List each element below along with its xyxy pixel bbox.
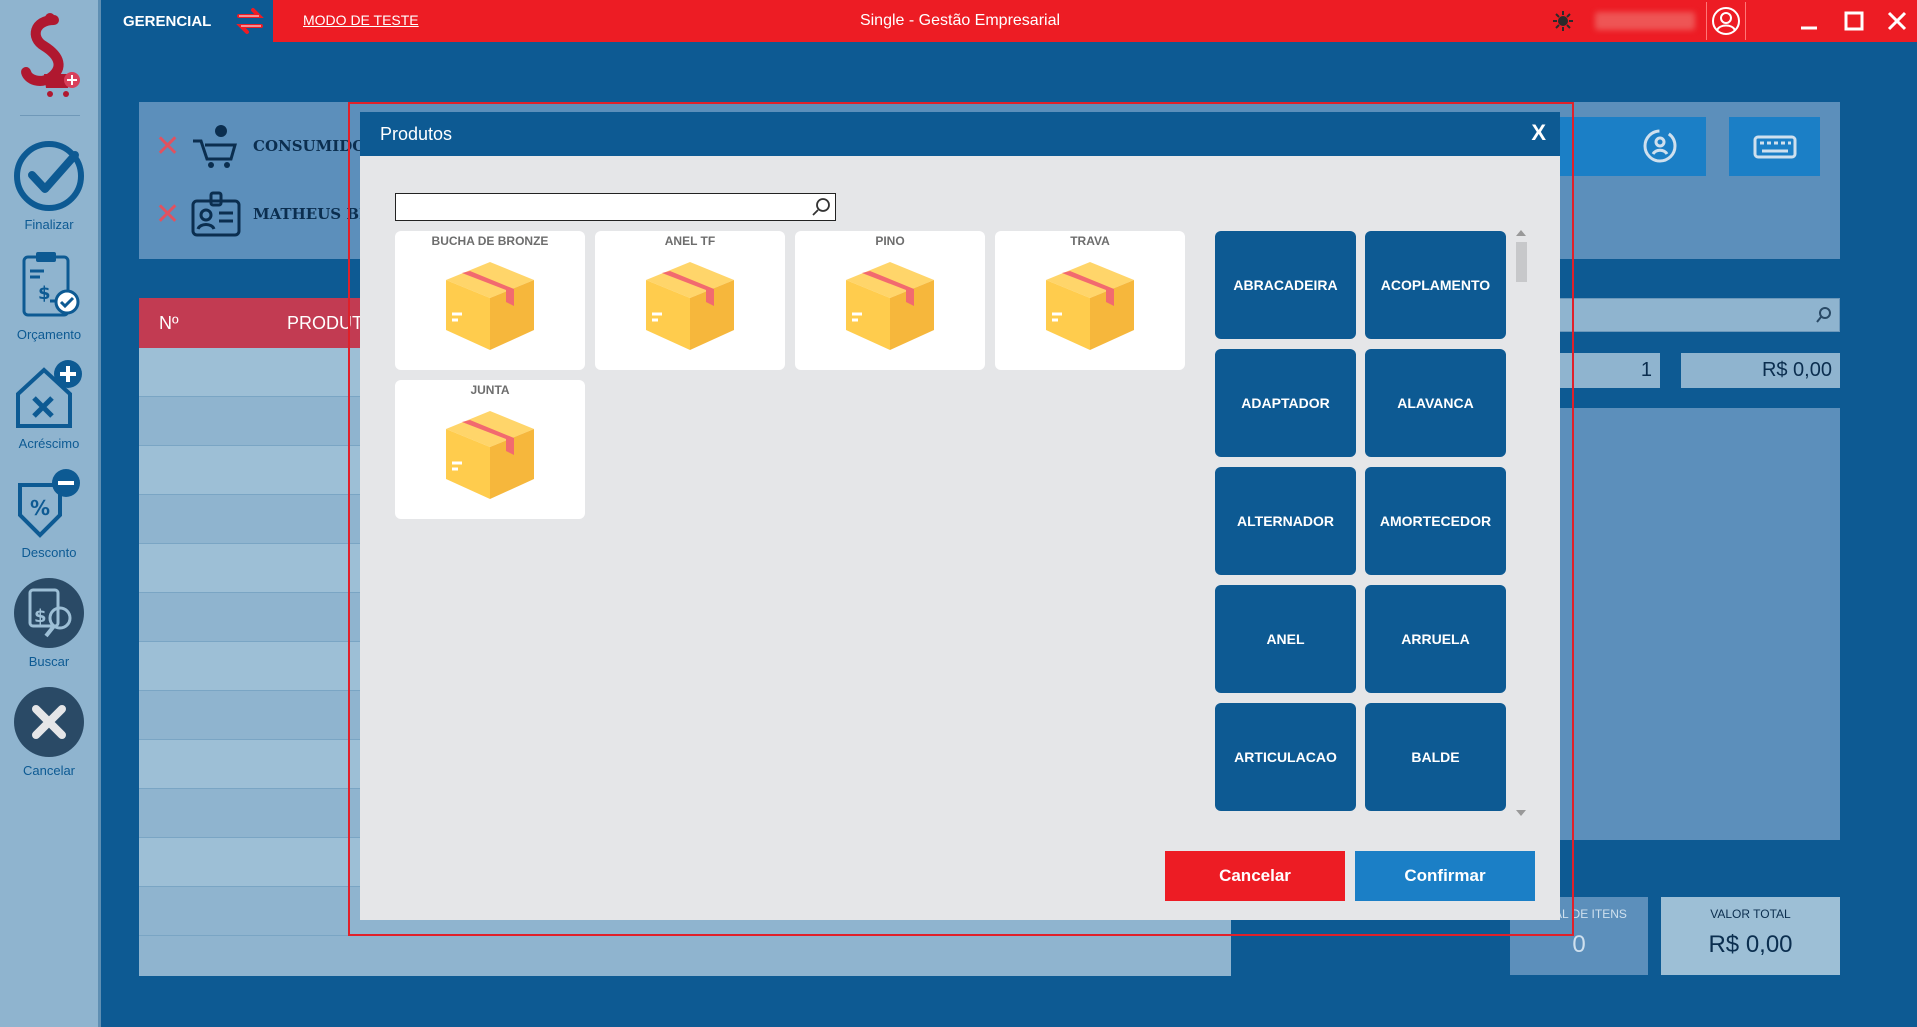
- remove-customer-icon[interactable]: ✕: [155, 129, 183, 164]
- products-modal: Produtos X BUCHA DE BRONZE ANEL TF PINO: [360, 112, 1560, 920]
- modal-header: Produtos X: [360, 112, 1560, 156]
- product-preview-area: [1557, 408, 1840, 840]
- product-name: JUNTA: [470, 383, 510, 397]
- product-card[interactable]: BUCHA DE BRONZE: [395, 231, 585, 370]
- total-value-label: VALOR TOTAL: [1710, 907, 1791, 921]
- search-icon[interactable]: [811, 197, 831, 217]
- close-window-icon[interactable]: [1884, 8, 1910, 34]
- total-value: R$ 0,00: [1708, 931, 1793, 958]
- seller-row: ✕ MATHEUS BR: [155, 191, 371, 237]
- box-icon: [446, 411, 534, 499]
- customer-row: ✕ CONSUMIDOR: [155, 125, 378, 168]
- sidebar-divider: [20, 115, 80, 116]
- sidebar-item-label: Acréscimo: [18, 436, 80, 451]
- clipboard-money-icon: $: [22, 252, 80, 317]
- svg-text:%: %: [30, 496, 50, 520]
- category-button[interactable]: ARTICULACAO: [1215, 703, 1356, 811]
- box-icon: [446, 262, 534, 350]
- cancel-button[interactable]: Cancelar: [1165, 851, 1345, 901]
- scroll-down-icon[interactable]: [1515, 808, 1527, 818]
- sidebar: Finalizar $ Orçamento Acréscimo % Descon…: [0, 0, 101, 1027]
- category-button[interactable]: BALDE: [1365, 703, 1506, 811]
- category-button[interactable]: AMORTECEDOR: [1365, 467, 1506, 575]
- product-card[interactable]: PINO: [795, 231, 985, 370]
- category-button[interactable]: ARRUELA: [1365, 585, 1506, 693]
- product-card[interactable]: TRAVA: [995, 231, 1185, 370]
- product-name: ANEL TF: [664, 234, 716, 248]
- sidebar-item-label: Finalizar: [24, 217, 74, 232]
- remove-seller-icon[interactable]: ✕: [155, 197, 183, 232]
- house-plus-icon: [16, 360, 82, 428]
- column-header-number: Nº: [159, 313, 179, 333]
- sidebar-item-label: Orçamento: [16, 327, 82, 342]
- product-name: PINO: [875, 234, 905, 248]
- product-name: TRAVA: [1070, 234, 1110, 248]
- category-button[interactable]: ALAVANCA: [1365, 349, 1506, 457]
- category-button[interactable]: ADAPTADOR: [1215, 349, 1356, 457]
- username-blurred: [1595, 12, 1695, 30]
- sidebar-item-label: Buscar: [28, 654, 70, 669]
- scroll-up-icon[interactable]: [1515, 228, 1527, 238]
- id-badge-icon: [191, 191, 241, 237]
- keyboard-button[interactable]: [1729, 117, 1820, 176]
- user-avatar-icon[interactable]: [1711, 6, 1741, 36]
- product-name: BUCHA DE BRONZE: [431, 234, 549, 248]
- check-circle-icon: [14, 141, 84, 211]
- maximize-icon[interactable]: [1841, 8, 1867, 34]
- sidebar-item-label: Cancelar: [22, 763, 76, 778]
- product-search-input[interactable]: [400, 195, 800, 219]
- sidebar-item-label: Desconto: [21, 545, 77, 560]
- box-icon: [1046, 262, 1134, 350]
- sync-user-button[interactable]: [1615, 117, 1706, 176]
- total-value-box: VALOR TOTAL R$ 0,00: [1661, 897, 1840, 975]
- buscar-button[interactable]: $ Buscar: [0, 574, 98, 669]
- app-logo: [21, 13, 80, 97]
- desconto-button[interactable]: % Desconto: [0, 465, 98, 560]
- category-button[interactable]: ABRACADEIRA: [1215, 231, 1356, 339]
- price-field[interactable]: R$ 0,00: [1681, 353, 1840, 388]
- category-button[interactable]: ALTERNADOR: [1215, 467, 1356, 575]
- keyboard-icon: [1753, 135, 1797, 159]
- modal-close-button[interactable]: X: [1531, 120, 1546, 146]
- product-card[interactable]: JUNTA: [395, 380, 585, 519]
- shopper-cart-icon: [193, 125, 237, 168]
- theme-toggle-icon[interactable]: [1552, 10, 1574, 32]
- product-search-field[interactable]: [1557, 298, 1840, 332]
- box-icon: [846, 262, 934, 350]
- category-button[interactable]: ANEL: [1215, 585, 1356, 693]
- category-scrollbar[interactable]: [1513, 228, 1527, 818]
- sync-user-icon: [1643, 129, 1677, 163]
- product-card[interactable]: ANEL TF: [595, 231, 785, 370]
- svg-text:$: $: [34, 606, 47, 627]
- tag-minus-icon: %: [18, 469, 80, 538]
- search-icon: [1816, 307, 1831, 323]
- svg-text:$: $: [38, 283, 51, 304]
- orcamento-button[interactable]: $ Orçamento: [0, 247, 98, 342]
- confirm-button[interactable]: Confirmar: [1355, 851, 1535, 901]
- minimize-icon[interactable]: [1796, 8, 1822, 34]
- calculator-search-icon: $: [14, 578, 84, 648]
- category-button[interactable]: ACOPLAMENTO: [1365, 231, 1506, 339]
- finalizar-button[interactable]: Finalizar: [0, 137, 98, 232]
- title-bar: GERENCIAL MODO DE TESTE Single - Gestão …: [101, 0, 1917, 42]
- cancelar-sidebar-button[interactable]: Cancelar: [0, 683, 98, 778]
- scrollbar-thumb[interactable]: [1516, 242, 1527, 282]
- box-icon: [646, 262, 734, 350]
- product-search-box: [395, 193, 836, 221]
- x-circle-icon: [14, 687, 84, 757]
- divider: [1745, 2, 1746, 40]
- divider: [1706, 2, 1707, 40]
- modal-title: Produtos: [380, 124, 453, 144]
- items-table-header: Nº PRODUT: [139, 298, 363, 348]
- acrescimo-button[interactable]: Acréscimo: [0, 356, 98, 451]
